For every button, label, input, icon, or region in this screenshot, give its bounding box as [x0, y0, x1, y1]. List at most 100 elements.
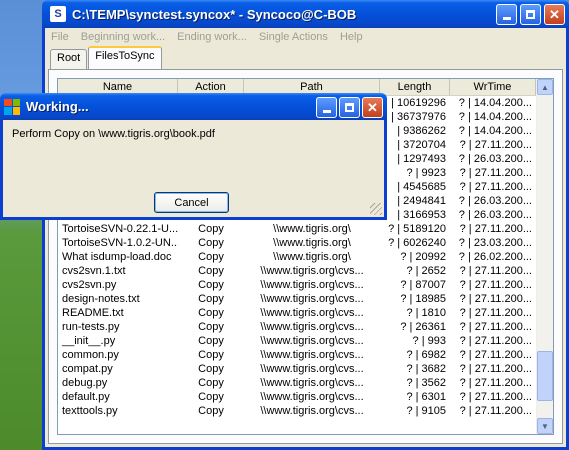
cell-length: ? | 5189120 — [388, 223, 446, 235]
cell-length: | 1297493 — [397, 153, 446, 165]
close-icon: ✕ — [549, 6, 560, 22]
cell-name: cvs2svn.py — [62, 279, 117, 291]
menu-ending-work[interactable]: Ending work... — [177, 31, 247, 43]
dialog-titlebar[interactable]: Working... ✕ — [0, 93, 387, 120]
cell-action: Copy — [198, 321, 224, 333]
menu-beginning-work[interactable]: Beginning work... — [81, 31, 165, 43]
cell-action: Copy — [198, 391, 224, 403]
dialog-maximize-button[interactable] — [339, 97, 360, 118]
table-row[interactable]: What isdump-load.doc Copy \\www.tigris.org… — [58, 250, 553, 264]
cell-wrtime: ? | 27.11.200... — [459, 335, 532, 347]
minimize-icon — [502, 17, 511, 20]
cell-length: ? | 18985 — [400, 293, 446, 305]
dialog-title: Working... — [26, 99, 89, 114]
scroll-down-button[interactable]: ▼ — [537, 418, 553, 434]
cell-name: common.py — [62, 349, 119, 361]
cell-wrtime: ? | 23.03.200... — [458, 237, 532, 249]
menu-help[interactable]: Help — [340, 31, 363, 43]
maximize-button[interactable] — [520, 4, 541, 25]
cell-wrtime: ? | 26.03.200... — [458, 195, 532, 207]
cell-wrtime: ? | 14.04.200... — [458, 97, 532, 109]
cell-path: \\www.tigris.org\cvs... — [260, 307, 364, 319]
cell-length: | 3720704 — [397, 139, 446, 151]
main-titlebar[interactable]: S C:\TEMP\synctest.syncox* - Syncoco@C-B… — [42, 0, 569, 28]
column-header-wrtime[interactable]: WrTime — [450, 79, 536, 95]
cell-action: Copy — [198, 335, 224, 347]
cell-action: Copy — [198, 251, 224, 263]
cell-length: | 10619296 — [391, 97, 446, 109]
table-row[interactable]: TortoiseSVN-0.22.1-U... Copy \\www.tigris.… — [58, 222, 553, 236]
cell-path: \\www.tigris.org\cvs... — [260, 391, 364, 403]
tab-root[interactable]: Root — [50, 49, 88, 70]
table-row[interactable]: compat.py Copy \\www.tigris.org\cvs... ? | … — [58, 362, 553, 376]
dialog-client: Perform Copy on \www.tigris.org\book.pdf… — [3, 120, 384, 217]
cell-wrtime: ? | 26.02.200... — [458, 251, 532, 263]
table-row[interactable]: design-notes.txt Copy \\www.tigris.org\cvs… — [58, 292, 553, 306]
cancel-button[interactable]: Cancel — [154, 192, 229, 213]
cell-action: Copy — [198, 405, 224, 417]
cell-action: Copy — [198, 237, 224, 249]
vertical-scrollbar[interactable]: ▲ ▼ — [536, 79, 553, 434]
chevron-down-icon: ▼ — [541, 421, 549, 431]
cell-wrtime: ? | 27.11.200... — [459, 363, 532, 375]
cell-wrtime: ? | 26.03.200... — [458, 209, 532, 221]
cell-name: debug.py — [62, 377, 108, 389]
scroll-up-button[interactable]: ▲ — [537, 79, 553, 95]
progress-message: Perform Copy on \www.tigris.org\book.pdf — [12, 128, 215, 140]
windows-icon — [4, 98, 20, 115]
minimize-button[interactable] — [496, 4, 517, 25]
table-row[interactable]: cvs2svn.py Copy \\www.tigris.org\cvs... ? |… — [58, 278, 553, 292]
table-row[interactable]: common.py Copy \\www.tigris.org\cvs... ? | … — [58, 348, 553, 362]
resize-grip[interactable] — [370, 203, 382, 215]
cell-length: ? | 6026240 — [388, 237, 446, 249]
dialog-minimize-button[interactable] — [316, 97, 337, 118]
table-row[interactable]: README.txt Copy \\www.tigris.org\cvs... ? |… — [58, 306, 553, 320]
cell-wrtime: ? | 27.11.200... — [459, 139, 532, 151]
menu-file[interactable]: File — [51, 31, 69, 43]
scroll-thumb[interactable] — [537, 351, 553, 401]
cell-length: ? | 1810 — [406, 307, 446, 319]
column-header-length[interactable]: Length — [380, 79, 450, 95]
cell-wrtime: ? | 14.04.200... — [458, 125, 532, 137]
cell-wrtime: ? | 27.11.200... — [459, 391, 532, 403]
table-row[interactable]: texttools.py Copy \\www.tigris.org\cvs...?… — [58, 404, 553, 418]
cell-action: Copy — [198, 377, 224, 389]
cell-wrtime: ? | 27.11.200... — [459, 349, 532, 361]
cell-name: TortoiseSVN-0.22.1-U... — [62, 223, 178, 235]
cell-wrtime: ? | 27.11.200... — [459, 321, 532, 333]
maximize-icon — [526, 10, 535, 19]
menu-single-actions[interactable]: Single Actions — [259, 31, 328, 43]
cell-wrtime: ? | 26.03.200... — [458, 153, 532, 165]
table-row[interactable]: run-tests.py Copy \\www.tigris.org\cvs...?… — [58, 320, 553, 334]
cell-name: texttools.py — [62, 405, 118, 417]
table-row[interactable]: __init__.py Copy \\www.tigris.org\cvs... ? … — [58, 334, 553, 348]
table-row[interactable]: default.py Copy \\www.tigris.org\cvs... ? |… — [58, 390, 553, 404]
table-row[interactable]: TortoiseSVN-1.0.2-UN... Copy \\www.tigris.… — [58, 236, 553, 250]
cell-name: README.txt — [62, 307, 124, 319]
dialog-close-button[interactable]: ✕ — [362, 97, 383, 118]
table-row[interactable]: cvs2svn.1.txt Copy \\www.tigris.org\cvs...… — [58, 264, 553, 278]
cell-length: ? | 9923 — [406, 167, 446, 179]
cell-name: cvs2svn.1.txt — [62, 265, 126, 277]
cell-length: ? | 2652 — [406, 265, 446, 277]
cell-wrtime: ? | 27.11.200... — [459, 307, 532, 319]
cell-path: \\www.tigris.org\cvs... — [260, 405, 364, 417]
cell-path: \\www.tigris.org\cvs... — [260, 363, 364, 375]
close-icon: ✕ — [367, 99, 378, 115]
cell-length: ? | 9105 — [406, 405, 446, 417]
maximize-icon — [345, 103, 354, 112]
chevron-up-icon: ▲ — [541, 82, 549, 92]
main-client: File Beginning work... Ending work... Si… — [45, 28, 566, 447]
cell-action: Copy — [198, 363, 224, 375]
cell-length: ? | 26361 — [400, 321, 446, 333]
table-row[interactable]: debug.py Copy \\www.tigris.org\cvs... ? | 3… — [58, 376, 553, 390]
cell-wrtime: ? | 27.11.200... — [459, 377, 532, 389]
cell-name: default.py — [62, 391, 110, 403]
close-button[interactable]: ✕ — [544, 4, 565, 25]
cell-action: Copy — [198, 279, 224, 291]
cell-length: | 4545685 — [397, 181, 446, 193]
cell-path: \\www.tigris.org\cvs... — [260, 279, 364, 291]
tab-files-to-sync[interactable]: FilesToSync — [88, 46, 162, 71]
tab-strip: Root FilesToSync — [50, 46, 163, 71]
cell-name: compat.py — [62, 363, 113, 375]
